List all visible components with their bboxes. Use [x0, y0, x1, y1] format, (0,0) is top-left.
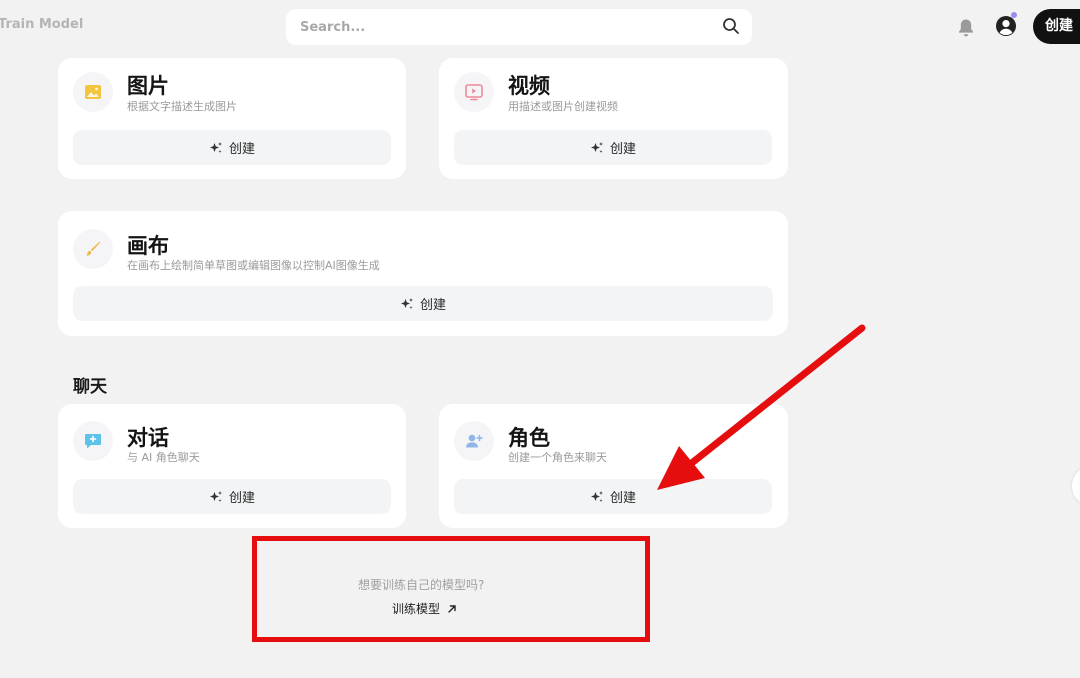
annotation-arrow	[657, 324, 866, 490]
